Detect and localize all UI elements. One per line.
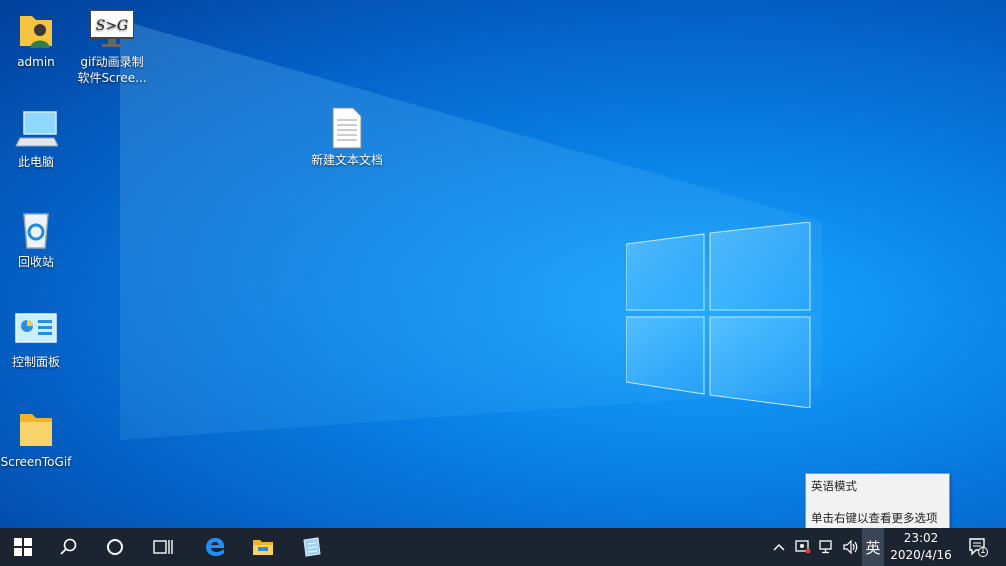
desktop-icon-screentogif-folder[interactable]: ScreenToGif — [0, 408, 72, 470]
taskbar: 英 23:02 2020/4/16 1 — [0, 528, 1006, 566]
ime-mode-tooltip: 英语模式 单击右键以查看更多选项 — [805, 473, 950, 529]
tray-volume[interactable] — [840, 528, 862, 566]
speaker-icon — [843, 540, 858, 554]
desktop-icon-gif-recorder[interactable]: S>G gif动画录制软件Scree... — [76, 8, 148, 86]
desktop-icon-recycle-bin[interactable]: 回收站 — [0, 208, 72, 270]
control-panel-icon — [15, 313, 57, 343]
network-icon — [819, 540, 832, 554]
ime-mode-text: 英语模式 — [811, 479, 857, 493]
user-folder-icon — [20, 16, 52, 48]
recycle-bin-icon — [23, 213, 49, 249]
screen-recorder-tray-icon — [795, 540, 811, 554]
edge-browser-icon — [206, 538, 225, 556]
chevron-up-icon — [773, 543, 785, 551]
text-document-icon — [332, 107, 362, 149]
file-explorer-icon — [253, 540, 273, 555]
task-view-icon — [153, 540, 173, 554]
screentogif-monitor-icon: S>G — [90, 9, 134, 47]
desktop-icon-admin[interactable]: admin — [0, 8, 72, 70]
tray-network[interactable] — [816, 528, 838, 566]
ime-hint-text: 单击右键以查看更多选项 — [811, 511, 938, 525]
clock[interactable]: 23:02 2020/4/16 — [884, 530, 958, 564]
cortana-button[interactable] — [92, 528, 138, 566]
windows-start-icon — [14, 538, 32, 556]
clock-date: 2020/4/16 — [890, 548, 952, 562]
action-center-button[interactable]: 1 — [964, 528, 992, 566]
desktop-icon-new-text-document[interactable]: 新建文本文档 — [311, 106, 383, 168]
desktop-icon-control-panel[interactable]: 控制面板 — [0, 308, 72, 370]
notification-count-badge: 1 — [980, 546, 986, 556]
search-icon — [60, 538, 77, 555]
windows-logo-wallpaper — [626, 222, 811, 408]
svg-text:S>G: S>G — [96, 18, 129, 34]
show-hidden-icons-button[interactable] — [768, 528, 790, 566]
computer-icon — [15, 111, 58, 147]
tray-screen-capture[interactable] — [792, 528, 814, 566]
taskbar-notepad[interactable] — [288, 528, 334, 566]
desktop-icon-this-pc[interactable]: 此电脑 — [0, 108, 72, 170]
cortana-circle-icon — [107, 539, 123, 555]
search-button[interactable] — [46, 528, 92, 566]
taskbar-file-explorer[interactable] — [240, 528, 286, 566]
ime-language-button[interactable]: 英 — [862, 528, 884, 566]
notepad-icon — [303, 537, 321, 557]
folder-icon — [20, 414, 52, 446]
task-view-button[interactable] — [140, 528, 186, 566]
taskbar-edge-browser[interactable] — [192, 528, 238, 566]
ime-language-label: 英 — [865, 538, 881, 557]
clock-time: 23:02 — [903, 531, 939, 545]
start-button[interactable] — [0, 528, 46, 566]
wallpaper-light-beam — [0, 0, 1006, 528]
